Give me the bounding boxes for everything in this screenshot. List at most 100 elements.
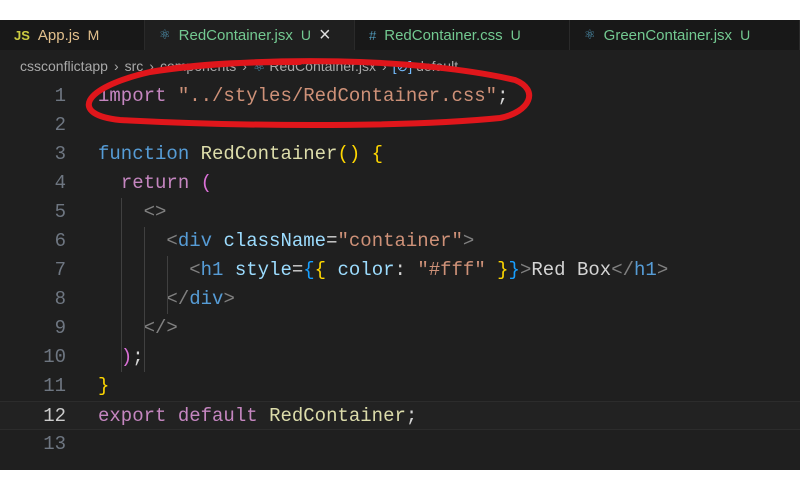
react-file-icon: ⚛: [159, 27, 171, 42]
tab-status-badge: U: [510, 27, 521, 43]
tab-redcontainer-jsx[interactable]: ⚛ RedContainer.jsx U ×: [145, 20, 355, 50]
code-token: ;: [132, 346, 144, 368]
code-token: style: [234, 259, 292, 281]
code-area[interactable]: 1 import "../styles/RedContainer.css"; 2 3 f…: [0, 82, 800, 459]
code-line: 10 );: [0, 343, 800, 372]
code-token: <: [189, 259, 201, 281]
code-token: }: [98, 375, 110, 397]
tab-label: RedContainer.css: [384, 26, 503, 44]
tab-label: GreenContainer.jsx: [603, 26, 733, 44]
breadcrumb-item[interactable]: default: [416, 58, 458, 74]
breadcrumb-item[interactable]: src: [125, 58, 144, 74]
line-number: 11: [43, 375, 66, 397]
code-token: div: [177, 230, 213, 252]
code-line: 4 return (: [0, 169, 800, 198]
code-token: {: [371, 143, 384, 165]
code-token: div: [189, 288, 224, 310]
css-file-icon: #: [369, 27, 377, 43]
line-text: return (: [98, 169, 212, 198]
line-number: 12: [43, 405, 66, 427]
code-line: 7 <h1 style={{ color: "#fff" }}>Red Box<…: [0, 256, 800, 285]
code-editor: JS App.js M ⚛ RedContainer.jsx U × # RedContaine…: [0, 20, 800, 470]
code-line: 6 <div className="container">: [0, 227, 800, 256]
code-token: }: [508, 259, 520, 281]
line-text: <div className="container">: [98, 227, 474, 256]
code-token: >: [223, 288, 235, 310]
indent-guide: [121, 198, 122, 372]
chevron-right-icon: ›: [113, 58, 119, 74]
code-token: }: [497, 259, 509, 281]
breadcrumb-item[interactable]: RedContainer.jsx: [269, 58, 376, 74]
code-token: <: [166, 230, 178, 252]
breadcrumb: cssconflictapp › src › components › ⚛ RedConta…: [20, 58, 458, 75]
code-token: RedContainer: [269, 405, 406, 427]
line-number: 2: [54, 114, 66, 136]
code-line: 12 export default RedContainer;: [0, 401, 800, 430]
code-token: ): [120, 346, 133, 368]
code-token: "../styles/RedContainer.css": [177, 85, 498, 107]
react-file-icon: ⚛: [252, 58, 270, 74]
code-token: Red Box: [531, 259, 612, 281]
code-token: h1: [200, 259, 224, 281]
code-token: color: [337, 259, 395, 281]
tab-label: RedContainer.jsx: [178, 26, 293, 44]
code-line: 5 <>: [0, 198, 800, 227]
line-number: 5: [54, 201, 66, 223]
line-number: 6: [54, 230, 66, 252]
chevron-right-icon: ›: [381, 58, 387, 74]
code-token: "#fff": [417, 259, 486, 281]
tab-label: App.js: [37, 26, 80, 44]
code-token: <>: [143, 201, 167, 223]
tab-status-badge: U: [740, 27, 751, 43]
line-text: <h1 style={{ color: "#fff" }}>Red Box</h…: [98, 256, 668, 285]
line-text: <>: [98, 198, 167, 227]
code-token: {: [314, 259, 327, 281]
tab-greencontainer-jsx[interactable]: ⚛ GreenContainer.jsx U: [570, 20, 800, 50]
line-text: export default RedContainer;: [98, 402, 417, 431]
code-token: >: [462, 230, 475, 252]
tab-app-js[interactable]: JS App.js M: [0, 20, 145, 50]
code-token: import: [98, 85, 167, 107]
code-token: export: [98, 405, 167, 427]
code-line: 9 </>: [0, 314, 800, 343]
code-line: 13: [0, 430, 800, 459]
tab-redcontainer-css[interactable]: # RedContainer.css U: [355, 20, 570, 50]
breadcrumb-item[interactable]: cssconflictapp: [20, 58, 108, 74]
code-token: className: [223, 230, 327, 252]
code-token: </>: [143, 317, 178, 339]
code-token: {: [303, 259, 315, 281]
code-token: RedContainer: [200, 143, 338, 165]
line-number: 1: [54, 85, 66, 107]
line-number: 4: [54, 172, 66, 194]
line-number: 9: [54, 317, 66, 339]
indent-guide: [144, 227, 145, 372]
chevron-right-icon: ›: [242, 58, 247, 74]
code-line: 11}: [0, 372, 800, 401]
line-number: 8: [54, 288, 66, 310]
close-icon[interactable]: ×: [319, 24, 331, 47]
tab-bar: JS App.js M ⚛ RedContainer.jsx U × # RedContaine…: [0, 20, 800, 50]
code-token: "container": [337, 230, 463, 252]
chevron-right-icon: ›: [149, 58, 154, 74]
tab-status-badge: U: [300, 27, 312, 43]
line-number: 7: [54, 259, 66, 281]
line-text: function RedContainer() {: [98, 140, 383, 169]
line-text: </>: [98, 314, 178, 343]
code-token: :: [394, 259, 418, 281]
code-token: h1: [634, 259, 657, 281]
code-line: 8 </div>: [0, 285, 800, 314]
breadcrumb-item[interactable]: components: [160, 58, 236, 74]
react-file-icon: ⚛: [584, 27, 596, 42]
line-number: 3: [54, 143, 66, 165]
